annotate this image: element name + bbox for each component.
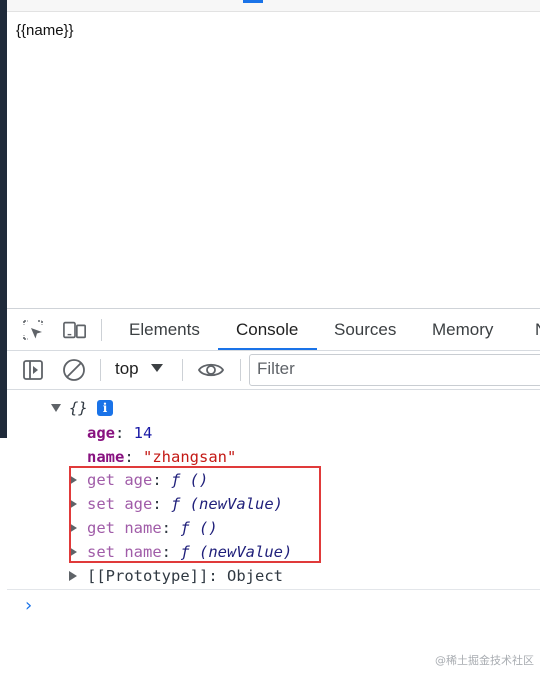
page-template-text: {{name}}	[16, 22, 74, 39]
toolbar-divider-3	[240, 359, 241, 381]
active-tab-indicator	[218, 348, 317, 350]
tab-elements[interactable]: Elements	[129, 309, 200, 350]
watermark: @稀土掘金技术社区	[435, 654, 534, 667]
eye-icon[interactable]	[196, 359, 226, 381]
prototype-value: Object	[227, 567, 283, 585]
console-toolbar: top	[7, 351, 540, 390]
filter-input[interactable]	[250, 355, 527, 383]
expand-arrow-down-icon[interactable]	[51, 404, 61, 412]
inspect-element-icon[interactable]	[21, 319, 45, 341]
page-viewport: {{name}}	[7, 12, 540, 308]
prop-row-age: age: 14	[87, 424, 153, 442]
object-preview: {}	[69, 399, 88, 417]
sidebar-toggle-icon[interactable]	[21, 359, 45, 381]
clear-console-icon[interactable]	[62, 359, 86, 381]
highlight-box	[69, 466, 321, 563]
context-selector[interactable]: top	[115, 359, 164, 379]
prototype-key: [[Prototype]]	[87, 567, 209, 585]
expand-arrow-right-icon[interactable]	[69, 571, 77, 581]
tab-sources[interactable]: Sources	[334, 309, 396, 350]
toolbar-divider-1	[100, 359, 101, 381]
prop-row-name: name: "zhangsan"	[87, 448, 237, 466]
tab-network-truncated[interactable]: N	[535, 309, 540, 350]
filter-input-box	[249, 354, 540, 386]
tab-console[interactable]: Console	[236, 309, 298, 350]
browser-top-strip	[7, 0, 540, 12]
tab-memory[interactable]: Memory	[432, 309, 493, 350]
prop-value-name: "zhangsan"	[143, 448, 237, 466]
devtools-tabbar: Elements Console Sources Memory N	[7, 309, 540, 351]
prop-key-age: age	[87, 424, 115, 442]
device-toggle-icon[interactable]	[63, 319, 87, 341]
left-window-edge	[0, 0, 7, 673]
prop-key-name: name	[87, 448, 125, 466]
info-icon[interactable]: i	[97, 400, 113, 416]
toolbar-divider-2	[182, 359, 183, 381]
context-label: top	[115, 359, 139, 378]
dropdown-arrow-icon	[151, 364, 164, 372]
console-prompt-icon[interactable]: ›	[25, 595, 32, 616]
prop-value-age: 14	[133, 424, 153, 442]
tabbar-divider	[101, 319, 102, 341]
prompt-divider	[7, 589, 540, 590]
